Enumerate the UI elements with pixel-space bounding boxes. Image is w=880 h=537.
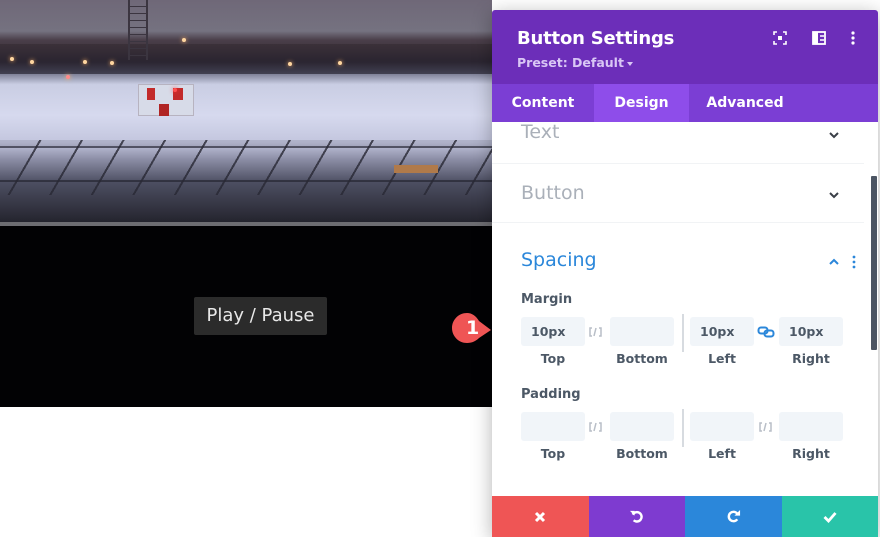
unlinked-icon[interactable] bbox=[587, 326, 605, 338]
margin-right-input[interactable]: 10px bbox=[779, 317, 843, 346]
preset-dropdown[interactable]: Preset: Default bbox=[517, 55, 633, 70]
cancel-button[interactable] bbox=[492, 496, 589, 537]
callout-badge: 1 bbox=[451, 312, 491, 344]
margin-left-input[interactable]: 10px bbox=[690, 317, 754, 346]
margin-right-label: Right bbox=[792, 351, 830, 366]
margin-label: Margin bbox=[521, 292, 573, 307]
section-options-icon[interactable] bbox=[851, 255, 857, 269]
tab-advanced[interactable]: Advanced bbox=[689, 84, 801, 122]
save-button[interactable] bbox=[781, 496, 878, 537]
padding-left-input[interactable] bbox=[690, 412, 754, 441]
more-options-icon[interactable] bbox=[845, 30, 861, 46]
redo-button[interactable] bbox=[685, 496, 782, 537]
focus-mode-icon[interactable] bbox=[772, 30, 788, 46]
padding-top-label: Top bbox=[540, 446, 566, 461]
tab-design[interactable]: Design bbox=[594, 84, 689, 122]
redo-icon bbox=[727, 509, 740, 523]
unlinked-icon[interactable] bbox=[757, 421, 775, 433]
tab-bar: Content Design Advanced bbox=[492, 84, 878, 122]
undo-button[interactable] bbox=[588, 496, 685, 537]
chevron-down-icon bbox=[829, 192, 839, 199]
section-spacing: Spacing Margin 10px 10px 10px Top Bottom… bbox=[492, 222, 864, 492]
video-progress-bar[interactable] bbox=[0, 222, 492, 226]
caret-down-icon bbox=[626, 61, 633, 66]
panel-scrollbar[interactable] bbox=[871, 176, 877, 350]
play-pause-button[interactable]: Play / Pause bbox=[194, 297, 327, 335]
margin-bottom-input[interactable] bbox=[610, 317, 674, 346]
margin-top-input[interactable]: 10px bbox=[521, 317, 585, 346]
section-title-text: Text bbox=[521, 122, 560, 143]
page: Play / Pause 1 Button Settings Preset: D… bbox=[0, 0, 880, 537]
margin-bottom-label: Bottom bbox=[616, 351, 668, 366]
section-title-button: Button bbox=[521, 182, 585, 204]
panel-body: Text Button Spacing Margin 10px 10px 10p… bbox=[492, 122, 878, 492]
video-player[interactable]: Play / Pause bbox=[0, 0, 492, 407]
preset-label: Preset: Default bbox=[517, 55, 624, 70]
margin-left-label: Left bbox=[708, 351, 736, 366]
padding-right-input[interactable] bbox=[779, 412, 843, 441]
tower bbox=[128, 0, 148, 60]
callout-number: 1 bbox=[466, 317, 480, 339]
section-button[interactable]: Button bbox=[492, 164, 864, 222]
linked-icon[interactable] bbox=[757, 326, 775, 338]
section-title-spacing[interactable]: Spacing bbox=[521, 249, 597, 271]
margin-top-label: Top bbox=[540, 351, 566, 366]
panel-footer bbox=[492, 496, 878, 537]
padding-bottom-input[interactable] bbox=[610, 412, 674, 441]
chevron-down-icon bbox=[829, 132, 839, 139]
close-icon bbox=[535, 511, 546, 522]
tab-content[interactable]: Content bbox=[492, 84, 594, 122]
padding-left-label: Left bbox=[708, 446, 736, 461]
padding-top-input[interactable] bbox=[521, 412, 585, 441]
section-text[interactable]: Text bbox=[492, 122, 864, 164]
unlinked-icon[interactable] bbox=[587, 421, 605, 433]
chevron-up-icon[interactable] bbox=[828, 256, 840, 268]
check-icon bbox=[823, 511, 837, 523]
runway-building bbox=[138, 84, 194, 116]
split-layout-icon[interactable] bbox=[811, 30, 827, 46]
button-settings-panel: Button Settings Preset: Default Content … bbox=[492, 10, 878, 537]
video-frame bbox=[0, 0, 492, 222]
padding-right-label: Right bbox=[792, 446, 830, 461]
panel-title: Button Settings bbox=[517, 28, 675, 49]
undo-icon bbox=[630, 510, 644, 523]
padding-label: Padding bbox=[521, 387, 581, 402]
padding-bottom-label: Bottom bbox=[616, 446, 668, 461]
panel-header: Button Settings Preset: Default bbox=[492, 10, 878, 84]
